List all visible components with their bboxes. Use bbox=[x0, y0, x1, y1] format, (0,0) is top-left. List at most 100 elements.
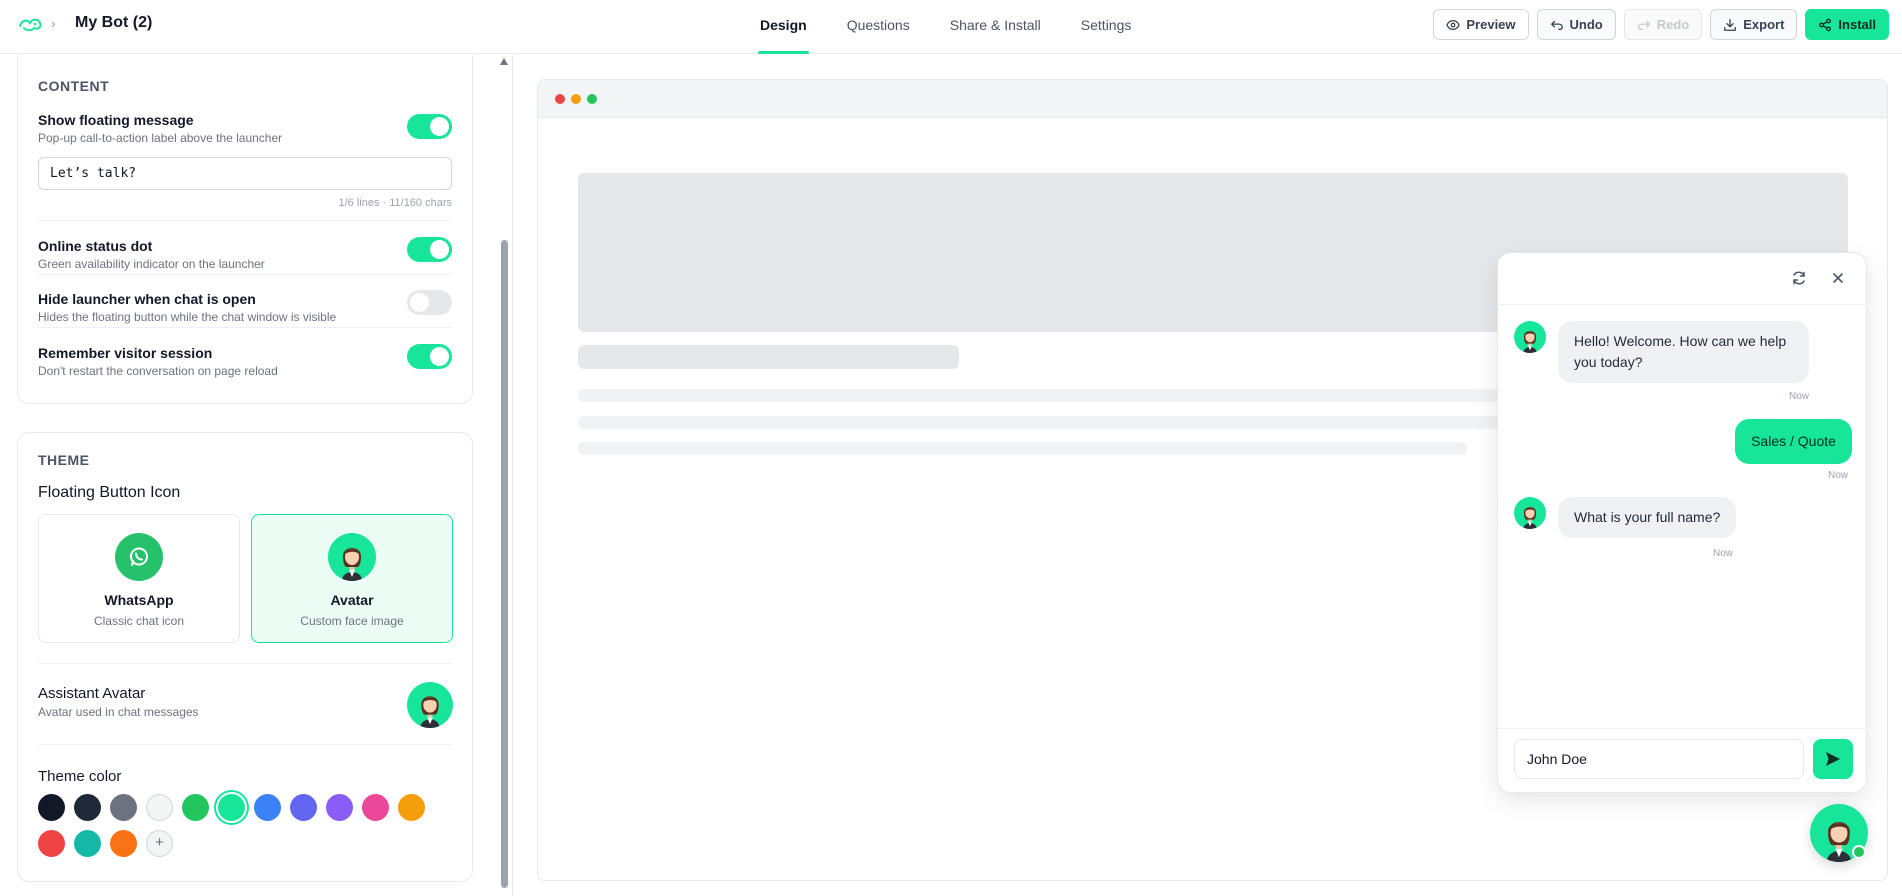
floating-icon-label: Floating Button Icon bbox=[38, 484, 181, 501]
icon-option-avatar[interactable]: Avatar Custom face image bbox=[251, 514, 453, 643]
placeholder-line bbox=[578, 416, 1578, 429]
settings-panel: CONTENT Show floating message Pop-up cal… bbox=[0, 55, 498, 896]
install-button[interactable]: Install bbox=[1805, 9, 1889, 40]
icon-option-whatsapp[interactable]: WhatsApp Classic chat icon bbox=[38, 514, 240, 643]
bot-avatar bbox=[1514, 497, 1546, 529]
main-tabs: Design Questions Share & Install Setting… bbox=[758, 0, 1171, 54]
color-swatch[interactable] bbox=[38, 794, 65, 821]
redo-label: Redo bbox=[1656, 17, 1690, 32]
color-swatch[interactable] bbox=[290, 794, 317, 821]
color-swatch[interactable] bbox=[398, 794, 425, 821]
undo-label: Undo bbox=[1569, 17, 1603, 32]
theme-color-label: Theme color bbox=[38, 768, 122, 785]
floating-message-toggle[interactable] bbox=[407, 114, 452, 139]
remember-session-row: Remember visitor session Don't restart t… bbox=[38, 344, 452, 378]
breadcrumb-separator: › bbox=[51, 15, 56, 31]
send-button[interactable] bbox=[1813, 739, 1853, 779]
close-icon[interactable] bbox=[1829, 269, 1847, 287]
floating-message-desc: Pop-up call-to-action label above the la… bbox=[38, 131, 283, 145]
assistant-avatar-image[interactable] bbox=[407, 682, 453, 728]
avatar-icon bbox=[328, 533, 376, 581]
browser-close-dot bbox=[555, 94, 565, 104]
redo-button[interactable]: Redo bbox=[1623, 9, 1703, 40]
assistant-avatar-desc: Avatar used in chat messages bbox=[38, 705, 199, 719]
bot-message: What is your full name? bbox=[1558, 497, 1737, 538]
settings-scrollbar[interactable] bbox=[500, 55, 509, 896]
online-dot-toggle[interactable] bbox=[407, 237, 452, 262]
placeholder-heading bbox=[578, 345, 959, 369]
share-icon bbox=[1819, 18, 1832, 31]
export-button[interactable]: Export bbox=[1710, 9, 1798, 40]
assistant-avatar-title: Assistant Avatar bbox=[38, 685, 146, 702]
divider bbox=[38, 744, 452, 745]
color-swatch[interactable] bbox=[326, 794, 353, 821]
floating-message-char-count: 1/6 lines · 11/160 chars bbox=[338, 197, 452, 209]
export-label: Export bbox=[1743, 17, 1785, 32]
color-swatch[interactable] bbox=[110, 830, 137, 857]
placeholder-line bbox=[578, 442, 1467, 455]
color-swatch[interactable] bbox=[74, 794, 101, 821]
install-label: Install bbox=[1838, 17, 1876, 32]
placeholder-line bbox=[578, 389, 1578, 402]
user-message: Sales / Quote bbox=[1735, 419, 1852, 464]
preview-label: Preview bbox=[1466, 17, 1516, 32]
remember-session-title: Remember visitor session bbox=[38, 345, 213, 361]
divider bbox=[38, 274, 452, 275]
color-swatch-selected[interactable] bbox=[218, 794, 245, 821]
assistant-avatar-row: Assistant Avatar Avatar used in chat mes… bbox=[38, 685, 452, 719]
hide-launcher-title: Hide launcher when chat is open bbox=[38, 291, 256, 307]
tab-design[interactable]: Design bbox=[758, 0, 809, 54]
send-icon bbox=[1826, 752, 1840, 766]
undo-button[interactable]: Undo bbox=[1536, 9, 1616, 40]
scroll-up-icon[interactable] bbox=[500, 58, 508, 65]
color-swatch[interactable] bbox=[362, 794, 389, 821]
bot-name[interactable]: My Bot (2) bbox=[75, 14, 152, 32]
chat-window: Hello! Welcome. How can we help you toda… bbox=[1497, 252, 1867, 793]
theme-card: THEME Floating Button Icon WhatsApp Clas… bbox=[17, 432, 473, 882]
refresh-icon[interactable] bbox=[1790, 269, 1808, 287]
floating-message-title: Show floating message bbox=[38, 112, 194, 128]
tab-settings[interactable]: Settings bbox=[1081, 0, 1132, 54]
scroll-thumb[interactable] bbox=[501, 240, 508, 888]
divider bbox=[38, 327, 452, 328]
hide-launcher-desc: Hides the floating button while the chat… bbox=[38, 310, 337, 324]
icon-option-title: Avatar bbox=[330, 592, 374, 608]
divider bbox=[38, 220, 452, 221]
download-icon bbox=[1724, 18, 1737, 31]
message-timestamp: Now bbox=[1713, 548, 1734, 559]
theme-section-title: THEME bbox=[38, 452, 90, 468]
eye-icon bbox=[1446, 19, 1461, 30]
color-swatch[interactable] bbox=[254, 794, 281, 821]
app-logo-icon[interactable] bbox=[18, 14, 44, 34]
chat-header bbox=[1498, 253, 1866, 305]
color-swatch[interactable] bbox=[110, 794, 137, 821]
browser-maximize-dot bbox=[587, 94, 597, 104]
hide-launcher-row: Hide launcher when chat is open Hides th… bbox=[38, 290, 452, 324]
message-timestamp: Now bbox=[1789, 391, 1810, 402]
online-dot-row: Online status dot Green availability ind… bbox=[38, 237, 452, 271]
undo-icon bbox=[1550, 20, 1563, 30]
divider bbox=[38, 663, 452, 664]
message-timestamp: Now bbox=[1828, 470, 1849, 481]
color-swatch[interactable] bbox=[146, 794, 173, 821]
browser-toolbar bbox=[538, 80, 1887, 118]
preview-button[interactable]: Preview bbox=[1433, 9, 1529, 40]
color-swatch[interactable] bbox=[38, 830, 65, 857]
hide-launcher-toggle[interactable] bbox=[407, 290, 452, 315]
top-bar: › My Bot (2) Design Questions Share & In… bbox=[0, 0, 1902, 54]
remember-session-toggle[interactable] bbox=[407, 344, 452, 369]
add-color-button[interactable]: + bbox=[146, 830, 173, 857]
tab-questions[interactable]: Questions bbox=[847, 0, 910, 54]
chat-footer: John Doe bbox=[1498, 728, 1866, 792]
color-swatch[interactable] bbox=[182, 794, 209, 821]
bot-message: Hello! Welcome. How can we help you toda… bbox=[1558, 321, 1809, 383]
bot-avatar bbox=[1514, 321, 1546, 353]
chat-message-input[interactable]: John Doe bbox=[1514, 739, 1804, 779]
remember-session-desc: Don't restart the conversation on page r… bbox=[38, 364, 278, 378]
toolbar-actions: Preview Undo Redo Export Install bbox=[1433, 9, 1889, 40]
floating-message-input[interactable]: Let’s talk? bbox=[38, 157, 452, 190]
color-swatch[interactable] bbox=[74, 830, 101, 857]
tab-share-install[interactable]: Share & Install bbox=[950, 0, 1041, 54]
online-dot-title: Online status dot bbox=[38, 238, 153, 254]
whatsapp-icon bbox=[115, 533, 163, 581]
